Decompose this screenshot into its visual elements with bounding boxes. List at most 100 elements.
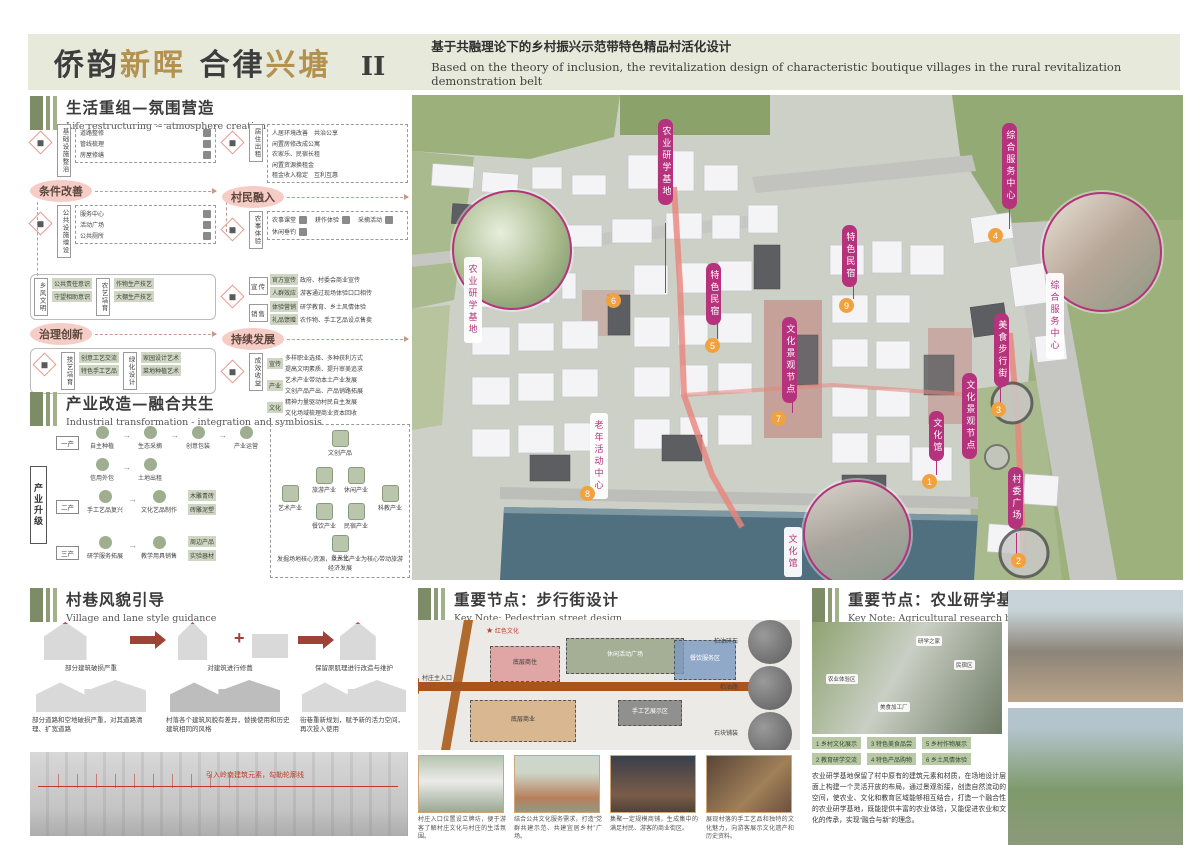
- street-photo-shops: [610, 755, 696, 813]
- side-label: 农艺培育: [96, 278, 110, 316]
- material-swatch-stone: [748, 712, 792, 750]
- leisure-icon: [348, 467, 365, 484]
- group-governance-innovation: 乡风文明 公共责任意识 守望相助意识 农艺培育 作物生产技艺 大棚生产技艺 治理…: [30, 274, 216, 394]
- arrow-icon: →: [128, 540, 137, 550]
- item-label: 道路整修: [80, 128, 104, 137]
- leader-line: [936, 459, 937, 475]
- chip-label: 特色手工艺品: [79, 365, 119, 376]
- plow-icon: [342, 216, 350, 224]
- chip-label: 宣传: [267, 358, 283, 369]
- cultural-product-icon: [332, 430, 349, 447]
- section-street-header: 重要节点：步行街设计 Key Note: Pedestrian street d…: [418, 588, 622, 624]
- village-guidance-diagram: + 部分建筑破损严重 对建筑进行修葺 保留原肌理进行改造与维护 部分道路和空地破…: [30, 620, 408, 746]
- subtitle-en: Based on the theory of inclusion, the re…: [431, 60, 1180, 88]
- chip-label: 公共责任意识: [52, 278, 92, 289]
- flow-label: 土地出租: [138, 476, 162, 482]
- function-tag: 5 乡村作物展示: [922, 737, 971, 749]
- dashed-arrow: [287, 339, 408, 340]
- material-swatch-gravel: [748, 620, 792, 664]
- title-part-2: 新晖: [120, 48, 186, 83]
- masterplan-base: [412, 95, 1183, 580]
- chip-label: 体验营销: [270, 301, 298, 312]
- star-icon: ★: [486, 626, 493, 635]
- map-marker-3: 3: [991, 402, 1006, 417]
- basket-icon: [385, 216, 393, 224]
- agri-function-tags: 1 乡村文化展示 3 特色美食品尝 5 乡村作物展示 2 教育研学交流 4 特色…: [812, 737, 1006, 765]
- flow-label: 文化艺品制作: [141, 508, 177, 514]
- leader-line: [1009, 207, 1010, 229]
- land-lease-icon: [144, 458, 157, 471]
- branch-tertiary: 三产: [56, 546, 79, 560]
- side-label: 基础设施整治: [57, 124, 71, 177]
- group-condition-improve: 基础设施整治 道路整修 管线梳理 房屋修缮 条件改善 公共设施增设 服务中心 活…: [30, 124, 216, 258]
- text-line: 闲置房修改成公寓: [272, 139, 403, 148]
- map-tag-homestay-2: 特色民宿: [706, 263, 721, 325]
- arrow-icon: →: [122, 462, 131, 472]
- step-caption: 保留原肌理进行改造与维护: [302, 664, 406, 673]
- map-tag-service-center: 综合服务中心: [1002, 123, 1017, 209]
- title-part-4: 兴塘: [265, 48, 331, 83]
- lane-buildings-diagram: [36, 680, 146, 712]
- picking-icon: [144, 426, 157, 439]
- gear-cube-icon: [32, 352, 56, 376]
- chip-label: 作物生产技艺: [114, 278, 154, 289]
- map-tag-culture-node-2: 文化景观节点: [962, 373, 977, 459]
- craft-icon: [99, 490, 112, 503]
- item-label: 采摘活动: [358, 215, 382, 224]
- map-marker-6: 6: [606, 293, 621, 308]
- hub-label: 休闲产业: [344, 488, 368, 494]
- benefit-line: 提高文明素质、提升审美追求: [285, 364, 363, 373]
- hub-label: 科教产业: [378, 506, 402, 512]
- arrow-icon: →: [218, 430, 227, 440]
- note-caption: 村落各个建筑风貌有差异，替换使用和历史建筑相同的风格: [166, 716, 290, 735]
- map-tag-agri-base-white: 农业研学基地: [464, 257, 482, 343]
- item-label: 公共厕所: [80, 231, 104, 240]
- map-tag-senior-center: 老年活动中心: [590, 413, 608, 499]
- farmer-cube-icon: [220, 217, 244, 241]
- added-building-diagram: [252, 634, 288, 658]
- item-label: 房屋修缮: [80, 150, 104, 159]
- plan-label-food-factory: 美食加工厂: [878, 702, 910, 712]
- facility-cube-icon: [28, 211, 52, 235]
- zone-residential-commercial: 底层商住: [490, 646, 560, 682]
- plan-label-homestay: 民宿区: [954, 660, 975, 670]
- agri-description-paragraph: 农业研学基地保留了村中原有的建筑元素和材质，在场地设计层面上构建一个灵活开放的布…: [812, 772, 1006, 826]
- subtitle-block: 基于共融理论下的乡村振兴示范带特色精品村活化设计 Based on the th…: [431, 36, 1180, 88]
- damaged-building-diagram: [44, 622, 120, 660]
- chip-label: 人群效应: [270, 287, 298, 298]
- branch-primary: 一产: [56, 436, 79, 450]
- outsourcing-icon: [96, 458, 109, 471]
- section-street-title: 重要节点：步行街设计: [454, 588, 622, 610]
- step-caption: 部分建筑破损严重: [36, 664, 146, 673]
- map-tag-culture-hall: 文化馆: [929, 411, 944, 461]
- lane-buildings-diagram: [302, 680, 406, 712]
- culture-hall-callout: [803, 480, 911, 580]
- chip-desc: 游客通过现场体验口口相传: [300, 288, 372, 297]
- agri-base-aerial-plan: 研学之家 民宿区 农业体验区 美食加工厂: [812, 622, 1002, 734]
- art-industry-icon: [282, 485, 299, 502]
- chip-label: 官方宣传: [270, 274, 298, 285]
- plaza-icon: [203, 221, 211, 229]
- sci-edu-icon: [382, 485, 399, 502]
- hub-label: 艺术产业: [278, 506, 302, 512]
- side-label: 成效收益: [249, 353, 263, 391]
- text-line: 人居环境改善 共治公享: [272, 128, 403, 137]
- function-tag: 4 特色产品购物: [867, 753, 916, 765]
- flow-label: 信用外包: [90, 476, 114, 482]
- class-icon: [299, 216, 307, 224]
- leader-line: [665, 223, 666, 293]
- side-label: 技艺培育: [61, 352, 75, 390]
- material-label: 柏油路: [720, 682, 738, 691]
- arrow-icon: →: [128, 494, 137, 504]
- map-marker-4: 4: [988, 228, 1003, 243]
- red-guideline: [38, 786, 398, 787]
- header-bar: 侨韵新晖 合律兴塘 II 基于共融理论下的乡村振兴示范带特色精品村活化设计 Ba…: [28, 34, 1180, 90]
- art-making-icon: [153, 490, 166, 503]
- industry-hub: 文创产品 旅游产业 休闲产业 餐饮产业 民宿产业 艺术产业 科教产业 多元化 发…: [270, 424, 410, 578]
- group-villager-integration: 居住出租 人居环境改善 共治公享 闲置房修改成公寓 农家乐、民宿长租 闲置资源换…: [222, 124, 408, 249]
- street-photo-craft-wall: [706, 755, 792, 813]
- item-label: 管线梳理: [80, 139, 104, 148]
- flow-label: 研学服务拓展: [87, 554, 123, 560]
- study-service-icon: [99, 536, 112, 549]
- product-chip: 木雕青砖: [188, 490, 216, 501]
